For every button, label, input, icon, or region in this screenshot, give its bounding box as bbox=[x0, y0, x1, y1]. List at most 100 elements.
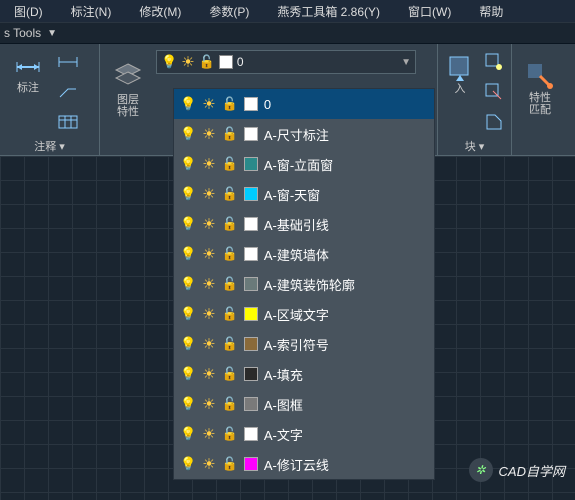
edit-block-button[interactable] bbox=[482, 80, 506, 104]
sun-icon: ☀ bbox=[202, 365, 215, 383]
layer-dropdown-item[interactable]: 💡 ☀ 🔓 A-建筑装饰轮廓 bbox=[174, 269, 434, 299]
menu-item[interactable]: 燕秀工具箱 2.86(Y) bbox=[263, 0, 394, 22]
layer-dropdown-item[interactable]: 💡☀🔓A-窗-立面窗 bbox=[174, 149, 434, 179]
sun-icon: ☀ bbox=[202, 215, 215, 233]
layer-name: A-建筑装饰轮廓 bbox=[264, 275, 355, 294]
create-icon bbox=[485, 53, 503, 71]
leader-icon bbox=[58, 85, 78, 99]
match-props-button[interactable]: 特性 匹配 bbox=[520, 50, 560, 128]
menu-item[interactable]: 图(D) bbox=[0, 0, 57, 22]
lock-icon: 🔓 bbox=[222, 246, 238, 262]
wechat-icon: ✲ bbox=[469, 458, 493, 482]
sun-icon: ☀ bbox=[202, 425, 215, 443]
bulb-icon: 💡 bbox=[180, 456, 196, 472]
color-swatch bbox=[244, 127, 258, 141]
layer-name: A-图框 bbox=[264, 395, 303, 414]
leader-button[interactable] bbox=[56, 80, 80, 104]
attr-button[interactable] bbox=[482, 110, 506, 134]
lock-icon: 🔓 bbox=[222, 276, 238, 292]
layer-dropdown-item[interactable]: 💡☀🔓A-文字 bbox=[174, 419, 434, 449]
layer-dropdown-item[interactable]: 💡☀🔓A-修订云线 bbox=[174, 449, 434, 479]
chevron-down-icon[interactable]: ▼ bbox=[47, 28, 57, 39]
menu-bar: 图(D)标注(N)修改(M)参数(P)燕秀工具箱 2.86(Y)窗口(W)帮助 bbox=[0, 0, 575, 22]
menu-item[interactable]: 参数(P) bbox=[195, 0, 263, 22]
dimension-button[interactable]: 标注 bbox=[8, 50, 48, 98]
dimension-label: 标注 bbox=[17, 82, 39, 94]
menu-item[interactable]: 标注(N) bbox=[57, 0, 126, 22]
insert-button[interactable]: 入 bbox=[446, 50, 474, 98]
menu-item[interactable]: 窗口(W) bbox=[394, 0, 465, 22]
bulb-icon: 💡 bbox=[180, 96, 196, 112]
layer-properties-button[interactable]: 图层 特性 bbox=[108, 50, 148, 128]
lock-icon: 🔓 bbox=[222, 306, 238, 322]
bulb-icon: 💡 bbox=[180, 216, 196, 232]
layer-name: A-基础引线 bbox=[264, 215, 329, 234]
layer-name: A-索引符号 bbox=[264, 335, 329, 354]
bulb-icon: 💡 bbox=[180, 276, 196, 292]
sun-icon: ☀ bbox=[202, 125, 215, 143]
layer-name: A-区域文字 bbox=[264, 305, 329, 324]
color-swatch bbox=[244, 457, 258, 471]
color-swatch bbox=[244, 307, 258, 321]
layers-icon bbox=[112, 60, 144, 92]
lock-icon: 🔓 bbox=[222, 426, 238, 442]
sun-icon: ☀ bbox=[202, 155, 215, 173]
tools-row: s Tools ▼ bbox=[0, 22, 575, 44]
layer-selector[interactable]: 💡 ☀ 🔓 0 ▼ bbox=[156, 50, 416, 74]
layer-dropdown-item[interactable]: 💡 ☀ 🔓 A-填充 bbox=[174, 359, 434, 389]
color-swatch bbox=[244, 397, 258, 411]
layer-dropdown-item[interactable]: 💡☀🔓A-区域文字 bbox=[174, 299, 434, 329]
layer-dropdown-item[interactable]: 💡☀🔓A-图框 bbox=[174, 389, 434, 419]
layer-name: A-窗-天窗 bbox=[264, 185, 320, 204]
bulb-icon: 💡 bbox=[180, 396, 196, 412]
menu-item[interactable]: 帮助 bbox=[465, 0, 517, 22]
linear-icon bbox=[58, 55, 78, 69]
menu-item[interactable]: 修改(M) bbox=[125, 0, 195, 22]
lock-icon: 🔓 bbox=[222, 456, 238, 472]
layer-dropdown-item[interactable]: 💡☀🔓A-尺寸标注 bbox=[174, 119, 434, 149]
sun-icon: ☀ bbox=[202, 275, 215, 293]
bulb-icon: 💡 bbox=[180, 366, 196, 382]
watermark: ✲ CAD自学网 bbox=[469, 458, 565, 482]
layer-dropdown-item[interactable]: 💡☀🔓0 bbox=[174, 89, 434, 119]
bulb-icon: 💡 bbox=[180, 246, 196, 262]
bulb-icon: 💡 bbox=[180, 186, 196, 202]
layer-dropdown-item[interactable]: 💡☀🔓A-建筑墙体 bbox=[174, 239, 434, 269]
color-swatch bbox=[244, 217, 258, 231]
lock-icon: 🔓 bbox=[222, 126, 238, 142]
linear-dim-button[interactable] bbox=[56, 50, 80, 74]
lock-icon: 🔓 bbox=[199, 54, 215, 70]
table-icon bbox=[58, 115, 78, 129]
color-swatch bbox=[244, 427, 258, 441]
layer-name: A-修订云线 bbox=[264, 455, 329, 474]
create-block-button[interactable] bbox=[482, 50, 506, 74]
layer-name: A-填充 bbox=[264, 365, 303, 384]
layer-color-swatch bbox=[219, 55, 233, 69]
color-swatch bbox=[244, 247, 258, 261]
lock-icon: 🔓 bbox=[222, 216, 238, 232]
color-swatch bbox=[244, 367, 258, 381]
color-swatch bbox=[244, 277, 258, 291]
color-swatch bbox=[244, 157, 258, 171]
edit-icon bbox=[485, 83, 503, 101]
annotate-panel-title[interactable]: 注释 ▾ bbox=[8, 134, 91, 154]
color-swatch bbox=[244, 337, 258, 351]
layer-dropdown-item[interactable]: 💡☀🔓A-窗-天窗 bbox=[174, 179, 434, 209]
layer-dropdown-item[interactable]: 💡 ☀ 🔓 A-基础引线 bbox=[174, 209, 434, 239]
bulb-icon: 💡 bbox=[180, 156, 196, 172]
layer-dropdown-item[interactable]: 💡☀🔓A-索引符号 bbox=[174, 329, 434, 359]
bulb-icon: 💡 bbox=[180, 426, 196, 442]
table-button[interactable] bbox=[56, 110, 80, 134]
insert-block-icon bbox=[446, 53, 474, 81]
sun-icon: ☀ bbox=[202, 95, 215, 113]
sun-icon: ☀ bbox=[202, 305, 215, 323]
lock-icon: 🔓 bbox=[222, 156, 238, 172]
sun-icon: ☀ bbox=[202, 245, 215, 263]
block-panel-title[interactable]: 块 ▾ bbox=[446, 134, 503, 154]
lock-icon: 🔓 bbox=[222, 336, 238, 352]
layer-dropdown: 💡☀🔓0💡☀🔓A-尺寸标注💡☀🔓A-窗-立面窗💡☀🔓A-窗-天窗💡☀🔓A-基础引… bbox=[173, 88, 435, 480]
lock-icon: 🔓 bbox=[222, 366, 238, 382]
dimension-icon bbox=[15, 54, 41, 80]
sun-icon: ☀ bbox=[181, 53, 194, 71]
lock-icon: 🔓 bbox=[222, 186, 238, 202]
